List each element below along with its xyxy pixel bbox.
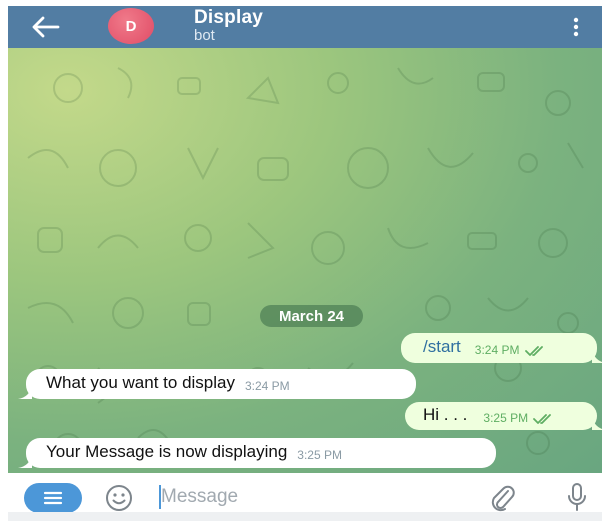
bubble-tail xyxy=(592,349,602,363)
chat-header: D Display bot xyxy=(8,6,602,48)
double-check-icon xyxy=(533,414,552,424)
message-input[interactable]: Message xyxy=(161,486,238,508)
arrow-left-icon[interactable] xyxy=(30,13,62,41)
bubble-tail xyxy=(18,385,32,399)
chat-subtitle: bot xyxy=(194,27,215,44)
bubble-tail xyxy=(592,416,602,430)
hamburger-icon xyxy=(43,491,63,505)
message-time: 3:24 PM xyxy=(244,379,290,393)
message-bubble-incoming[interactable]: Your Message is now displaying 3:25 PM xyxy=(26,438,496,468)
message-text: Your Message is now displaying xyxy=(46,442,288,461)
double-check-icon xyxy=(524,346,543,356)
message-text: Hi . . . xyxy=(423,405,468,424)
smiley-icon[interactable] xyxy=(104,483,134,513)
avatar-letter: D xyxy=(125,17,137,35)
message-bubble-outgoing[interactable]: /start 3:24 PM xyxy=(401,333,597,363)
message-time: 3:24 PM xyxy=(474,343,520,357)
date-separator: March 24 xyxy=(260,305,363,327)
chat-screen: D Display bot March 24 /start 3:24 PM Wh… xyxy=(8,6,602,521)
bot-menu-button[interactable] xyxy=(24,483,82,513)
message-bubble-outgoing[interactable]: Hi . . . 3:25 PM xyxy=(405,402,597,430)
message-text: What you want to display xyxy=(46,373,235,392)
message-list[interactable]: March 24 /start 3:24 PM What you want to… xyxy=(8,48,602,473)
vertical-dots-icon[interactable] xyxy=(568,15,584,39)
chat-title[interactable]: Display xyxy=(194,7,263,29)
message-bubble-incoming[interactable]: What you want to display 3:24 PM xyxy=(26,369,416,399)
message-text: /start xyxy=(423,337,461,356)
microphone-icon[interactable] xyxy=(566,481,588,513)
bottom-bar xyxy=(8,512,602,521)
avatar[interactable]: D xyxy=(108,8,154,44)
paperclip-icon[interactable] xyxy=(488,483,516,513)
bubble-tail xyxy=(18,454,32,468)
message-time: 3:25 PM xyxy=(297,448,342,462)
message-time: 3:25 PM xyxy=(483,411,529,425)
